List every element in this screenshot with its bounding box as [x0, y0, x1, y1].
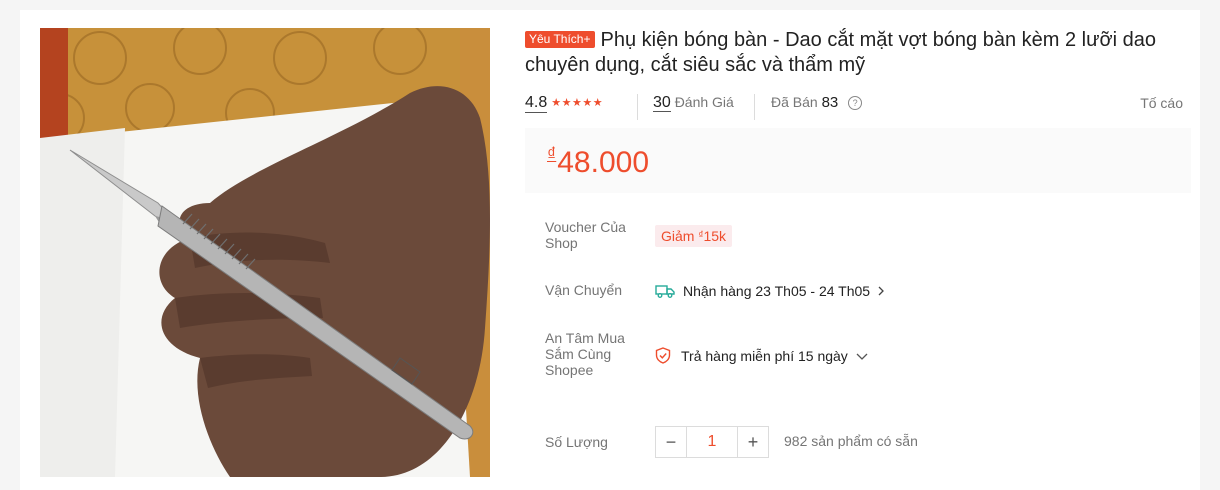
divider	[754, 94, 755, 120]
reviews-label: Đánh Giá	[674, 94, 734, 110]
voucher-value[interactable]: Giảm ₫15k	[655, 225, 733, 247]
truck-icon	[655, 285, 675, 298]
increase-button[interactable]: +	[737, 426, 769, 458]
guarantee-text: Trả hàng miễn phí 15 ngày	[681, 347, 848, 364]
help-icon[interactable]: ?	[848, 96, 863, 110]
product-image[interactable]	[40, 28, 490, 477]
product-photo	[40, 28, 490, 477]
shipping-label: Vận Chuyển	[545, 282, 623, 298]
stock-text: 982 sản phẩm có sẵn	[784, 433, 918, 449]
shield-icon	[655, 347, 671, 364]
voucher-prefix: Giảm	[661, 228, 699, 244]
product-title-block: Yêu Thích+ Phụ kiện bóng bàn - Dao cắt mặ…	[525, 28, 1191, 78]
decrease-button[interactable]: −	[655, 426, 687, 458]
price-box: ₫48.000	[525, 128, 1191, 193]
quantity-input[interactable]: 1	[687, 426, 737, 458]
rating-section[interactable]: 4.8 ★★★★★	[525, 94, 604, 113]
sold-label: Đã Bán	[771, 94, 818, 110]
price: ₫48.000	[547, 144, 649, 180]
voucher-label: Voucher Của Shop	[545, 219, 626, 251]
reviews-count: 30	[653, 94, 671, 112]
favorite-badge: Yêu Thích+	[525, 31, 595, 48]
sold-count: 83	[821, 94, 839, 111]
chevron-right-icon	[878, 286, 884, 296]
star-icon: ★★★★★	[551, 97, 604, 109]
product-stats: 4.8 ★★★★★ 30 Đánh Giá Đã Bán 83 ? Tố cáo	[525, 94, 1191, 120]
guarantee-value[interactable]: Trả hàng miễn phí 15 ngày	[655, 347, 868, 364]
reviews-section[interactable]: 30 Đánh Giá	[653, 94, 734, 112]
currency-symbol: ₫	[547, 144, 557, 164]
product-info: Yêu Thích+ Phụ kiện bóng bàn - Dao cắt mặ…	[525, 28, 1191, 458]
chevron-down-icon	[856, 353, 868, 360]
rating-value: 4.8	[525, 94, 548, 113]
voucher-amount: 15k	[703, 228, 727, 244]
price-value: 48.000	[557, 146, 650, 179]
guarantee-label: An Tâm Mua Sắm Cùng Shopee	[545, 330, 625, 378]
quantity-stepper: − 1 +	[655, 426, 769, 458]
shipping-text: Nhận hàng 23 Th05 - 24 Th05	[683, 283, 871, 299]
quantity-label: Số Lượng	[545, 434, 608, 450]
report-link[interactable]: Tố cáo	[1140, 95, 1183, 111]
shipping-value[interactable]: Nhận hàng 23 Th05 - 24 Th05	[655, 283, 886, 299]
sold-section: Đã Bán 83 ?	[771, 94, 863, 111]
product-title: Phụ kiện bóng bàn - Dao cắt mặt vợt bóng…	[525, 29, 1156, 76]
voucher-chip[interactable]: Giảm ₫15k	[655, 225, 733, 247]
divider	[637, 94, 638, 120]
